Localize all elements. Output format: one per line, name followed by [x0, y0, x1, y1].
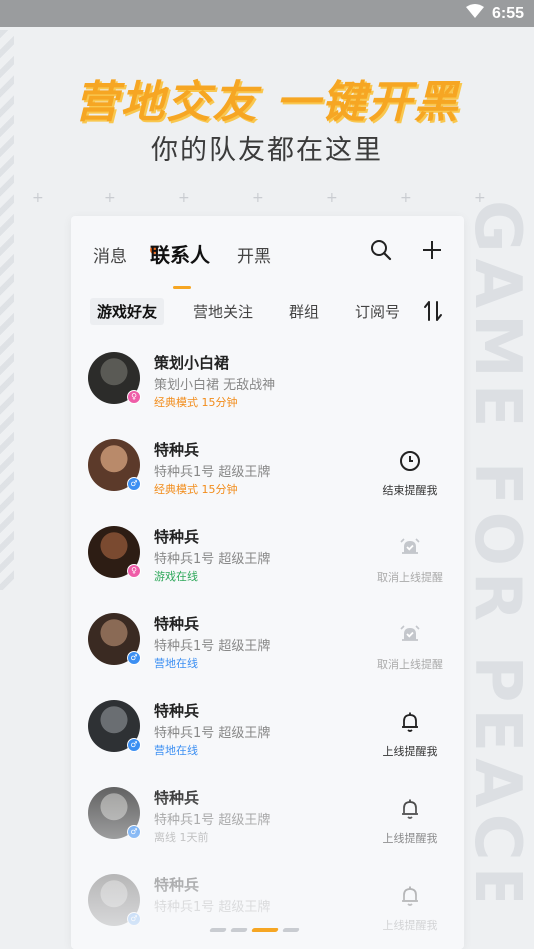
contact-status: 经典模式 15分钟	[154, 396, 238, 409]
contact-row[interactable]: ♀ 策划小白裙 策划小白裙 无敌战神 经典模式 15分钟	[71, 352, 464, 439]
tab-bar: 消息 联系人 开黑	[71, 234, 464, 289]
tab-messages[interactable]: 消息	[93, 242, 158, 267]
contact-status: 离线 1天前	[154, 831, 209, 844]
filter-game-friends[interactable]: 游戏好友	[90, 298, 165, 325]
reminder-button[interactable]: 取消上线提醒	[370, 536, 450, 585]
contact-subtitle: 特种兵1号 超级王牌	[154, 726, 271, 741]
female-icon: ♀	[127, 564, 141, 578]
filter-bar: 游戏好友 营地关注 群组 订阅号	[71, 294, 464, 326]
contact-row[interactable]: ♀ 特种兵 特种兵1号 超级王牌 游戏在线 取消上线提醒	[71, 526, 464, 613]
contact-status: 游戏在线	[154, 570, 198, 583]
male-icon: ♂	[127, 738, 141, 752]
contact-subtitle: 策划小白裙 无敌战神	[154, 378, 276, 393]
wifi-icon	[465, 4, 484, 23]
active-tab-indicator	[173, 286, 191, 289]
filter-groups[interactable]: 群组	[282, 298, 326, 325]
status-time: 6:55	[491, 4, 524, 22]
search-icon[interactable]	[369, 238, 395, 264]
plus-deco-icon: +	[400, 190, 412, 206]
contact-status: 营地在线	[154, 657, 198, 670]
contact-subtitle: 特种兵1号 超级王牌	[154, 639, 271, 654]
contact-subtitle: 特种兵1号 超级王牌	[154, 813, 271, 828]
contact-name: 特种兵	[154, 615, 200, 633]
page-indicator	[209, 928, 300, 932]
bell-icon	[370, 710, 450, 734]
plus-deco-icon: +	[178, 190, 190, 206]
male-icon: ♂	[127, 477, 141, 491]
reminder-button[interactable]: 上线提醒我	[370, 884, 450, 933]
contact-row[interactable]: ♂ 特种兵 特种兵1号 超级王牌 营地在线 取消上线提醒	[71, 613, 464, 700]
contact-name: 特种兵	[154, 789, 200, 807]
contact-status: 营地在线	[154, 744, 198, 757]
contact-subtitle: 特种兵1号 超级王牌	[154, 552, 271, 567]
contact-row[interactable]: ♂ 特种兵 特种兵1号 超级王牌 营地在线 上线提醒我	[71, 700, 464, 787]
tab-contacts[interactable]: 联系人	[150, 239, 210, 268]
clock-icon	[370, 449, 450, 473]
plus-deco-icon: +	[104, 190, 116, 206]
page-dot	[282, 928, 300, 932]
plus-deco-icon: +	[32, 190, 44, 206]
female-icon: ♀	[127, 390, 141, 404]
page-dot	[230, 928, 248, 932]
reminder-button[interactable]: 上线提醒我	[370, 710, 450, 759]
reminder-label: 取消上线提醒	[377, 658, 443, 671]
contact-subtitle: 特种兵1号 超级王牌	[154, 900, 271, 915]
background-deco-text: GAME FOR PEACE	[464, 200, 534, 900]
male-icon: ♂	[127, 912, 141, 926]
reminder-label: 结束提醒我	[382, 484, 438, 497]
reminder-button[interactable]: 结束提醒我	[370, 449, 450, 498]
status-bar: 6:55	[0, 0, 534, 27]
tab-party[interactable]: 开黑	[237, 242, 271, 267]
plus-deco-icon: +	[326, 190, 338, 206]
page-dot	[209, 928, 227, 932]
filter-camp-follow[interactable]: 营地关注	[186, 298, 260, 325]
tab-messages-label: 消息	[93, 247, 127, 267]
contact-name: 策划小白裙	[154, 354, 230, 372]
page-dot	[251, 928, 279, 932]
male-icon: ♂	[127, 825, 141, 839]
contact-subtitle: 特种兵1号 超级王牌	[154, 465, 271, 480]
contact-name: 特种兵	[154, 876, 200, 894]
bell-icon	[370, 797, 450, 821]
bell-check-icon	[370, 623, 450, 647]
sort-icon[interactable]	[421, 299, 445, 323]
hero-subtitle: 你的队友都在这里	[151, 135, 383, 166]
contact-name: 特种兵	[154, 702, 200, 720]
contacts-panel: 消息 联系人 开黑 游戏好友 营地关注 群组 订阅号 ♀ 策划小白裙 策划小白裙…	[71, 216, 464, 949]
bell-check-icon	[370, 536, 450, 560]
contact-row[interactable]: ♂ 特种兵 特种兵1号 超级王牌 上线提醒我	[71, 874, 464, 949]
reminder-label: 上线提醒我	[382, 919, 438, 932]
reminder-label: 取消上线提醒	[377, 571, 443, 584]
contact-name: 特种兵	[154, 528, 200, 546]
plus-deco-icon: +	[474, 190, 486, 206]
male-icon: ♂	[127, 651, 141, 665]
contact-status: 经典模式 15分钟	[154, 483, 238, 496]
contact-name: 特种兵	[154, 441, 200, 459]
hero-title: 营地交友 一键开黑	[74, 77, 460, 128]
plus-deco-icon: +	[252, 190, 264, 206]
contact-row[interactable]: ♂ 特种兵 特种兵1号 超级王牌 经典模式 15分钟 结束提醒我	[71, 439, 464, 526]
reminder-label: 上线提醒我	[382, 832, 438, 845]
reminder-button[interactable]: 取消上线提醒	[370, 623, 450, 672]
bell-icon	[370, 884, 450, 908]
contact-row[interactable]: ♂ 特种兵 特种兵1号 超级王牌 离线 1天前 上线提醒我	[71, 787, 464, 874]
filter-subscriptions[interactable]: 订阅号	[348, 298, 407, 325]
plus-icon[interactable]	[420, 238, 446, 264]
reminder-label: 上线提醒我	[382, 745, 438, 758]
reminder-button[interactable]: 上线提醒我	[370, 797, 450, 846]
